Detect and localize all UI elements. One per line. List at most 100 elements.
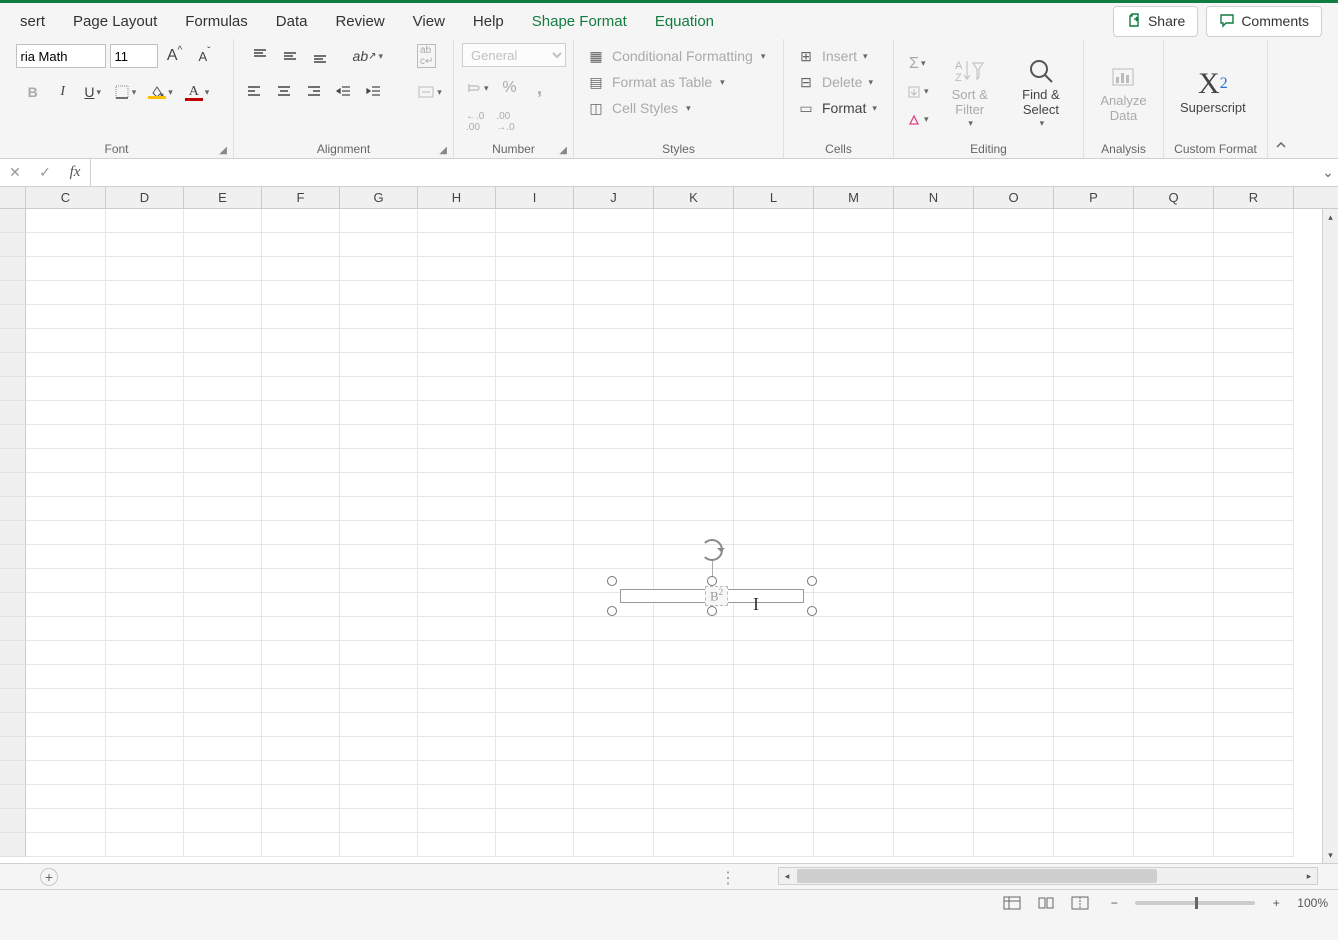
italic-button[interactable]: I	[50, 79, 76, 105]
cell[interactable]	[734, 329, 814, 353]
cell[interactable]	[262, 521, 340, 545]
cell[interactable]	[974, 209, 1054, 233]
cell[interactable]	[496, 689, 574, 713]
cell[interactable]	[1214, 329, 1294, 353]
cell[interactable]	[184, 569, 262, 593]
cell[interactable]	[1054, 449, 1134, 473]
cell[interactable]	[1214, 281, 1294, 305]
row-header[interactable]	[0, 281, 26, 305]
cell[interactable]	[574, 257, 654, 281]
cell[interactable]	[654, 713, 734, 737]
cell[interactable]	[496, 521, 574, 545]
cell[interactable]	[26, 521, 106, 545]
cell[interactable]	[574, 425, 654, 449]
increase-indent-button[interactable]	[361, 79, 387, 105]
row-header[interactable]	[0, 689, 26, 713]
cell[interactable]	[106, 761, 184, 785]
scroll-down-button[interactable]: ▾	[1323, 847, 1338, 863]
decrease-decimal-button[interactable]: .00→.0	[492, 109, 518, 135]
cell[interactable]	[184, 665, 262, 689]
cell[interactable]	[26, 377, 106, 401]
cell[interactable]	[340, 713, 418, 737]
fill-button[interactable]: ▾	[902, 79, 933, 105]
cell[interactable]	[974, 713, 1054, 737]
cell[interactable]	[340, 617, 418, 641]
cell[interactable]	[574, 617, 654, 641]
column-header[interactable]: H	[418, 187, 496, 208]
cell[interactable]	[974, 425, 1054, 449]
cell[interactable]	[734, 449, 814, 473]
cell[interactable]	[574, 377, 654, 401]
cell[interactable]	[894, 593, 974, 617]
cell[interactable]	[734, 521, 814, 545]
cell[interactable]	[496, 785, 574, 809]
cell[interactable]	[654, 209, 734, 233]
cell[interactable]	[814, 569, 894, 593]
row-header[interactable]	[0, 593, 26, 617]
cell[interactable]	[1134, 497, 1214, 521]
cell[interactable]	[106, 425, 184, 449]
cell[interactable]	[340, 545, 418, 569]
cell[interactable]	[1054, 353, 1134, 377]
cell[interactable]	[184, 785, 262, 809]
cell[interactable]	[340, 233, 418, 257]
cell[interactable]	[574, 449, 654, 473]
cell[interactable]	[734, 377, 814, 401]
cell[interactable]	[26, 353, 106, 377]
decrease-indent-button[interactable]	[331, 79, 357, 105]
cell[interactable]	[574, 233, 654, 257]
cell[interactable]	[340, 521, 418, 545]
format-cells-button[interactable]: ▭ Format▾	[792, 95, 881, 121]
cell[interactable]	[262, 233, 340, 257]
cell[interactable]	[418, 809, 496, 833]
cell[interactable]	[496, 617, 574, 641]
cell[interactable]	[26, 617, 106, 641]
cell[interactable]	[262, 329, 340, 353]
cell[interactable]	[496, 353, 574, 377]
cell[interactable]	[496, 305, 574, 329]
cell[interactable]	[1214, 305, 1294, 329]
row-header[interactable]	[0, 833, 26, 857]
cell[interactable]	[26, 209, 106, 233]
cell[interactable]	[894, 761, 974, 785]
normal-view-button[interactable]	[999, 893, 1025, 913]
column-header[interactable]: R	[1214, 187, 1294, 208]
cell[interactable]	[1214, 521, 1294, 545]
cell[interactable]	[106, 329, 184, 353]
cell[interactable]	[894, 785, 974, 809]
cell[interactable]	[1134, 401, 1214, 425]
cell[interactable]	[574, 833, 654, 857]
cell[interactable]	[26, 689, 106, 713]
row-header[interactable]	[0, 449, 26, 473]
cell[interactable]	[974, 497, 1054, 521]
cell[interactable]	[574, 665, 654, 689]
cell[interactable]	[1054, 257, 1134, 281]
cell[interactable]	[894, 809, 974, 833]
cell[interactable]	[418, 737, 496, 761]
cell[interactable]	[814, 329, 894, 353]
resize-handle-ne[interactable]	[807, 576, 817, 586]
cell[interactable]	[1054, 425, 1134, 449]
cell[interactable]	[1134, 665, 1214, 689]
orientation-button[interactable]: ab↗▾	[349, 43, 388, 69]
vertical-scrollbar[interactable]: ▴ ▾	[1322, 209, 1338, 863]
cell[interactable]	[1054, 617, 1134, 641]
cell[interactable]	[814, 425, 894, 449]
cell[interactable]	[340, 305, 418, 329]
share-button[interactable]: Share	[1113, 6, 1198, 37]
column-header[interactable]: F	[262, 187, 340, 208]
page-break-view-button[interactable]	[1067, 893, 1093, 913]
cell[interactable]	[814, 401, 894, 425]
cell[interactable]	[1054, 497, 1134, 521]
cell[interactable]	[26, 809, 106, 833]
column-header[interactable]: P	[1054, 187, 1134, 208]
cell[interactable]	[734, 425, 814, 449]
cell[interactable]	[734, 497, 814, 521]
cell[interactable]	[974, 281, 1054, 305]
align-middle-button[interactable]	[277, 43, 303, 69]
font-size-input[interactable]	[110, 44, 158, 68]
cell[interactable]	[1054, 209, 1134, 233]
cell[interactable]	[734, 833, 814, 857]
cell[interactable]	[106, 713, 184, 737]
cell[interactable]	[106, 209, 184, 233]
